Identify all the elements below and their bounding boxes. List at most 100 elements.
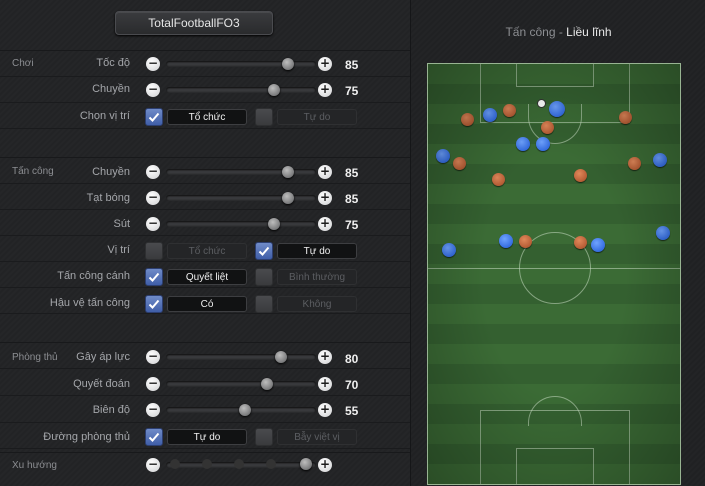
- player-marker-blue[interactable]: [436, 149, 450, 163]
- option-co[interactable]: Có: [167, 296, 247, 312]
- label-gay-ap-luc: Gây áp lực: [76, 351, 130, 363]
- slider-step[interactable]: [202, 459, 212, 469]
- pitch: [427, 63, 681, 485]
- player-marker-blue[interactable]: [536, 137, 550, 151]
- divider: [0, 452, 410, 453]
- option-bay-viet-vi[interactable]: Bẫy việt vị: [277, 429, 357, 445]
- formation-title: Tấn công - Liều lĩnh: [411, 25, 705, 39]
- player-marker-red[interactable]: [519, 235, 532, 248]
- option-tu-do-2[interactable]: Tự do: [277, 243, 357, 259]
- checkbox-to-chuc-2[interactable]: [145, 242, 163, 260]
- plus-icon[interactable]: +: [318, 350, 332, 364]
- player-marker-blue[interactable]: [442, 243, 456, 257]
- slider-knob[interactable]: [275, 351, 287, 363]
- slider-knob[interactable]: [239, 404, 251, 416]
- formation-title-prefix: Tấn công: [505, 25, 556, 39]
- checkbox-binh-thuong[interactable]: [255, 268, 273, 286]
- label-tat-bong: Tạt bóng: [86, 192, 130, 204]
- slider-knob[interactable]: [268, 218, 280, 230]
- label-chon-vi-tri: Chọn vị trí: [79, 110, 130, 122]
- checkbox-quyet-liet[interactable]: [145, 268, 163, 286]
- player-marker-blue[interactable]: [499, 234, 513, 248]
- slider-knob[interactable]: [300, 458, 312, 470]
- plus-icon[interactable]: +: [318, 377, 332, 391]
- player-marker-red[interactable]: [492, 173, 505, 186]
- slider-knob[interactable]: [261, 378, 273, 390]
- minus-icon[interactable]: −: [146, 217, 160, 231]
- player-marker-red[interactable]: [628, 157, 641, 170]
- minus-icon[interactable]: −: [146, 377, 160, 391]
- minus-icon[interactable]: −: [146, 83, 160, 97]
- player-marker-blue[interactable]: [653, 153, 667, 167]
- slider-knob[interactable]: [282, 166, 294, 178]
- checkbox-tu-do[interactable]: [255, 108, 273, 126]
- check-icon: [258, 246, 270, 256]
- label-chuyen: Chuyền: [92, 83, 130, 95]
- slider-step[interactable]: [234, 459, 244, 469]
- option-to-chuc-2[interactable]: Tổ chức: [167, 243, 247, 259]
- player-marker-blue[interactable]: [549, 101, 565, 117]
- option-khong[interactable]: Không: [277, 296, 357, 312]
- minus-icon[interactable]: −: [146, 191, 160, 205]
- value-sut: 75: [345, 218, 359, 232]
- plus-icon[interactable]: +: [318, 403, 332, 417]
- plus-icon[interactable]: +: [318, 458, 332, 472]
- minus-icon[interactable]: −: [146, 165, 160, 179]
- player-marker-red[interactable]: [574, 169, 587, 182]
- minus-icon[interactable]: −: [146, 458, 160, 472]
- minus-icon[interactable]: −: [146, 403, 160, 417]
- checkbox-tu-do-2[interactable]: [255, 242, 273, 260]
- slider-gay-ap-luc[interactable]: [166, 354, 316, 360]
- plus-icon[interactable]: +: [318, 57, 332, 71]
- player-marker-red[interactable]: [461, 113, 474, 126]
- value-tat-bong: 85: [345, 192, 359, 206]
- value-chuyen: 75: [345, 84, 359, 98]
- slider-chuyen[interactable]: [166, 87, 316, 93]
- label-hau-ve-tan-cong: Hậu vệ tấn công: [49, 297, 130, 309]
- label-sut: Sút: [113, 218, 130, 230]
- checkbox-tu-do-3[interactable]: [145, 428, 163, 446]
- player-marker-red[interactable]: [453, 157, 466, 170]
- goal-box-bottom: [516, 448, 594, 484]
- player-marker-blue[interactable]: [591, 238, 605, 252]
- ball-icon: [537, 99, 546, 108]
- plus-icon[interactable]: +: [318, 217, 332, 231]
- checkbox-khong[interactable]: [255, 295, 273, 313]
- slider-step[interactable]: [266, 459, 276, 469]
- slider-quyet-doan[interactable]: [166, 381, 316, 387]
- player-marker-blue[interactable]: [656, 226, 670, 240]
- slider-sut[interactable]: [166, 221, 316, 227]
- player-marker-red[interactable]: [541, 121, 554, 134]
- slider-knob[interactable]: [282, 58, 294, 70]
- checkbox-to-chuc[interactable]: [145, 108, 163, 126]
- option-quyet-liet[interactable]: Quyết liệt: [167, 269, 247, 285]
- penalty-box-top: [480, 64, 630, 123]
- option-tu-do[interactable]: Tự do: [277, 109, 357, 125]
- player-marker-red[interactable]: [619, 111, 632, 124]
- check-icon: [148, 272, 160, 282]
- team-name-title: TotalFootballFO3: [115, 11, 273, 35]
- option-tu-do-3[interactable]: Tự do: [167, 429, 247, 445]
- label-chuyen-2: Chuyền: [92, 166, 130, 178]
- checkbox-bay-viet-vi[interactable]: [255, 428, 273, 446]
- slider-knob[interactable]: [268, 84, 280, 96]
- option-binh-thuong[interactable]: Bình thường: [277, 269, 357, 285]
- option-to-chuc[interactable]: Tổ chức: [167, 109, 247, 125]
- plus-icon[interactable]: +: [318, 191, 332, 205]
- label-quyet-doan: Quyết đoán: [73, 378, 130, 390]
- value-quyet-doan: 70: [345, 378, 359, 392]
- value-gay-ap-luc: 80: [345, 352, 359, 366]
- center-circle: [519, 232, 591, 304]
- minus-icon[interactable]: −: [146, 350, 160, 364]
- plus-icon[interactable]: +: [318, 83, 332, 97]
- slider-step[interactable]: [170, 459, 180, 469]
- minus-icon[interactable]: −: [146, 57, 160, 71]
- player-marker-blue[interactable]: [516, 137, 530, 151]
- formation-title-mode: Liều lĩnh: [566, 25, 612, 39]
- player-marker-red[interactable]: [574, 236, 587, 249]
- player-marker-red[interactable]: [503, 104, 516, 117]
- plus-icon[interactable]: +: [318, 165, 332, 179]
- checkbox-co[interactable]: [145, 295, 163, 313]
- slider-knob[interactable]: [282, 192, 294, 204]
- player-marker-blue[interactable]: [483, 108, 497, 122]
